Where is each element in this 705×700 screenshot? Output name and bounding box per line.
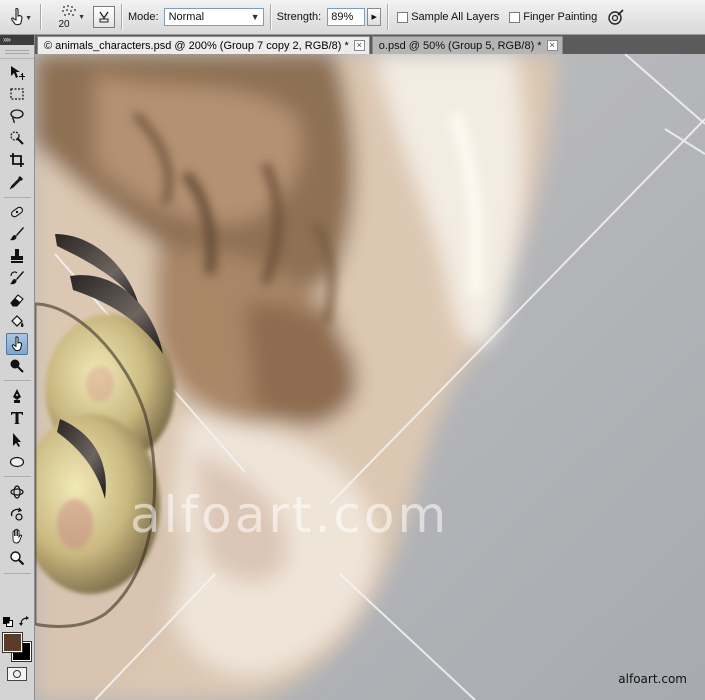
move-tool[interactable] <box>6 61 28 83</box>
3d-rotate-tool[interactable] <box>6 481 28 503</box>
chevron-down-icon: ▼ <box>78 14 85 21</box>
dodge-icon <box>10 359 24 373</box>
foreground-color-swatch[interactable] <box>2 632 23 653</box>
ellipse-icon <box>9 456 25 468</box>
quick-selection-tool[interactable] <box>6 127 28 149</box>
move-icon <box>11 66 25 80</box>
divider <box>121 4 122 30</box>
eraser-tool[interactable] <box>6 289 28 311</box>
divider <box>4 197 31 198</box>
path-selection-icon <box>13 433 21 447</box>
mode-label: Mode: <box>128 11 159 23</box>
quick-selection-icon <box>10 131 24 145</box>
lasso-icon <box>10 109 24 124</box>
bandage-icon <box>10 206 24 218</box>
collapse-icon: »» <box>3 35 11 44</box>
options-bar: ▼ 20 ▼ Mode: Normal ▼ Strength: 89% ▶ Sa <box>0 0 705 35</box>
marquee-tool[interactable] <box>6 83 28 105</box>
strength-value: 89% <box>331 11 354 23</box>
strength-input[interactable]: 89% <box>327 8 366 26</box>
type-tool[interactable] <box>6 407 28 429</box>
smudge-icon <box>11 7 23 26</box>
artwork-illustration <box>35 54 705 700</box>
history-brush-tool[interactable] <box>6 267 28 289</box>
eyedropper-icon <box>9 176 23 190</box>
divider <box>269 4 271 30</box>
crop-tool[interactable] <box>6 149 28 171</box>
tab-animals-characters[interactable]: © animals_characters.psd @ 200% (Group 7… <box>37 36 370 54</box>
tools-panel: »» <box>0 35 35 700</box>
close-icon[interactable]: × <box>353 40 365 51</box>
eraser-icon <box>10 294 24 307</box>
quick-mask-icon <box>13 670 21 678</box>
divider <box>387 4 389 30</box>
chevron-down-icon: ▼ <box>25 15 32 22</box>
strength-slider-button[interactable]: ▶ <box>367 8 382 26</box>
pen-tool[interactable] <box>6 385 28 407</box>
finger-painting-option[interactable]: Finger Painting <box>509 11 597 23</box>
dodge-tool[interactable] <box>6 355 28 377</box>
mode-select[interactable]: Normal ▼ <box>163 8 264 26</box>
tools-panel-header[interactable]: »» <box>0 35 34 45</box>
zoom-tool[interactable] <box>6 547 28 569</box>
tab-label: © animals_characters.psd @ 200% (Group 7… <box>44 39 349 52</box>
divider <box>40 4 41 30</box>
paint-bucket-icon <box>11 315 24 327</box>
play-arrow-icon: ▶ <box>371 14 377 21</box>
brush-tip-icon <box>62 5 76 16</box>
divider <box>4 380 31 381</box>
document-tabs: © animals_characters.psd @ 200% (Group 7… <box>35 35 705 54</box>
smudge-icon <box>11 336 23 352</box>
brush-panel-icon <box>99 11 109 23</box>
spot-healing-tool[interactable] <box>6 201 28 223</box>
pen-icon <box>13 389 21 403</box>
stamp-icon <box>11 249 23 263</box>
strength-label: Strength: <box>276 11 322 23</box>
pressure-icon <box>608 9 624 25</box>
divider <box>4 476 31 477</box>
swap-colors-icon[interactable] <box>19 616 31 628</box>
default-colors-icon[interactable] <box>3 617 13 627</box>
credit-text: alfoart.com <box>618 672 687 686</box>
finger-painting-checkbox[interactable] <box>509 11 521 23</box>
panel-grip[interactable] <box>0 45 34 59</box>
document-canvas[interactable]: alfoart.com alfoart.com <box>35 54 705 700</box>
sample-all-layers-checkbox[interactable] <box>397 11 409 23</box>
divider <box>4 573 31 574</box>
3d-orbit-tool[interactable] <box>6 503 28 525</box>
paint-bucket-tool[interactable] <box>6 311 28 333</box>
tab-o-psd[interactable]: o.psd @ 50% (Group 5, RGB/8) * × <box>371 36 563 54</box>
chevron-down-icon: ▼ <box>250 12 260 22</box>
close-icon[interactable]: × <box>546 40 558 51</box>
brush-panel-toggle-button[interactable] <box>93 6 115 28</box>
crop-icon <box>10 153 24 167</box>
brush-preset-picker[interactable]: 20 ▼ <box>47 2 91 32</box>
lasso-tool[interactable] <box>6 105 28 127</box>
tool-preset-picker[interactable]: ▼ <box>0 2 34 32</box>
sample-all-layers-option[interactable]: Sample All Layers <box>397 11 499 23</box>
eyedropper-tool[interactable] <box>6 171 28 193</box>
tablet-pressure-button[interactable] <box>605 6 627 28</box>
type-icon <box>11 412 23 424</box>
brush-icon <box>10 227 24 241</box>
hand-icon <box>12 528 23 544</box>
watermark-text: alfoart.com <box>130 486 450 544</box>
hand-tool[interactable] <box>6 525 28 547</box>
tab-label: o.psd @ 50% (Group 5, RGB/8) * <box>378 39 542 52</box>
shape-tool[interactable] <box>6 451 28 473</box>
marquee-icon <box>10 88 24 100</box>
quick-mask-button[interactable] <box>7 667 27 681</box>
mode-value: Normal <box>168 11 205 23</box>
finger-painting-label: Finger Painting <box>523 11 598 23</box>
history-brush-icon <box>10 271 24 285</box>
zoom-icon <box>10 551 25 566</box>
path-selection-tool[interactable] <box>6 429 28 451</box>
3d-rotate-icon <box>10 485 24 499</box>
brush-size-value: 20 <box>58 19 70 30</box>
3d-orbit-icon <box>10 507 23 521</box>
smudge-tool[interactable] <box>6 333 28 355</box>
brush-tool[interactable] <box>6 223 28 245</box>
sample-all-layers-label: Sample All Layers <box>411 11 500 23</box>
clone-stamp-tool[interactable] <box>6 245 28 267</box>
